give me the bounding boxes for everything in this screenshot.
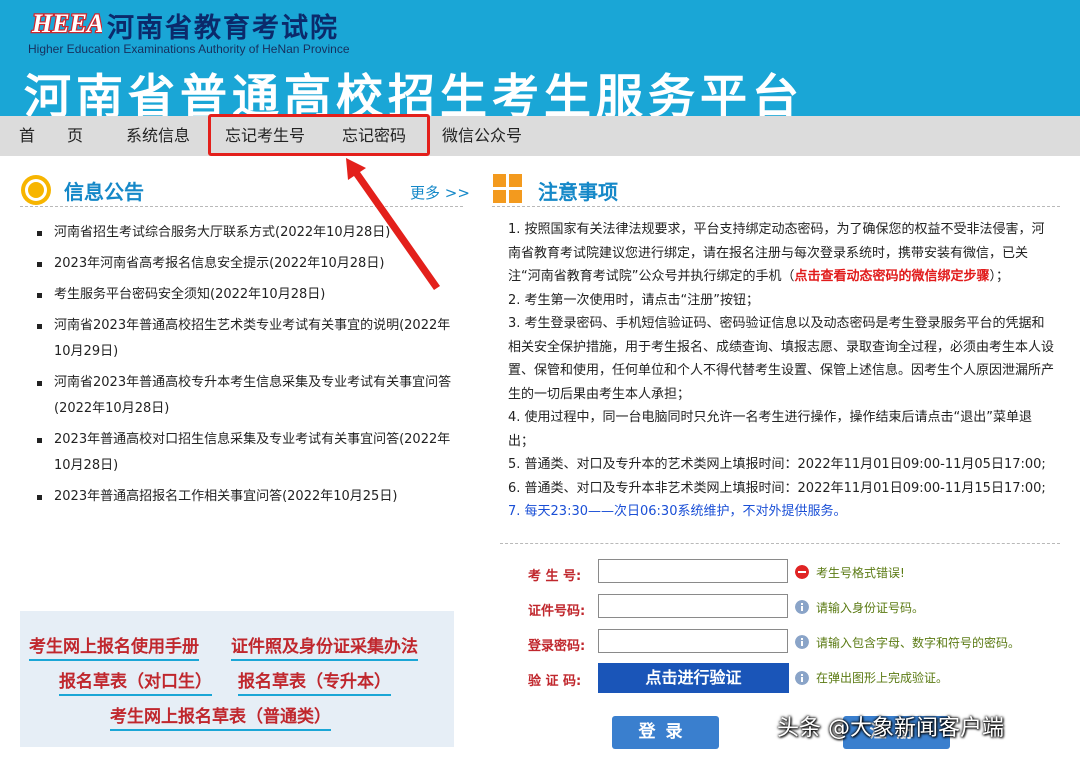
page-root: HEEA 河南省教育考试院 Higher Education Examinati… <box>0 0 1080 761</box>
logo-text: HEEA <box>31 9 102 38</box>
notice-grid-icon <box>493 174 522 203</box>
login-button[interactable]: 登录 <box>612 716 719 749</box>
notice-section-title: 注意事项 <box>538 180 618 204</box>
notice-item-1-tail: ）； <box>989 269 1010 284</box>
id-number-label: 证件号码: <box>528 604 586 619</box>
main-nav: 首 页 系统信息 忘记考生号 忘记密码 微信公众号 <box>0 116 1080 156</box>
nav-wechat-account[interactable]: 微信公众号 <box>442 116 522 156</box>
exam-number-error: 考生号格式错误! <box>816 566 905 580</box>
id-number-hint: 请输入身份证号码。 <box>816 601 925 615</box>
news-item[interactable]: 河南省招生考试综合服务大厅联系方式(2022年10月28日) <box>36 220 456 246</box>
exam-number-input[interactable] <box>598 559 788 583</box>
news-item[interactable]: 2023年普通高校对口招生信息采集及专业考试有关事宜问答(2022年10月28日… <box>36 427 456 479</box>
heea-logo: HEEA <box>30 8 102 38</box>
password-input[interactable] <box>598 629 788 653</box>
captcha-label: 验 证 码: <box>528 674 582 689</box>
annotation-highlight-box <box>208 114 430 156</box>
draft-form-general-link[interactable]: 考生网上报名草表（普通类） <box>110 702 331 731</box>
draft-form-vocational-link[interactable]: 报名草表（对口生） <box>59 667 212 696</box>
captcha-verify-button[interactable]: 点击进行验证 <box>598 663 789 693</box>
news-section-title: 信息公告 <box>64 180 144 204</box>
notice-divider <box>492 206 1060 207</box>
info-icon <box>795 600 809 614</box>
captcha-hint: 在弹出图形上完成验证。 <box>816 671 949 685</box>
registration-manual-link[interactable]: 考生网上报名使用手册 <box>29 632 199 661</box>
platform-title: 河南省普通高校招生考生服务平台 <box>24 70 804 116</box>
org-english-name: Higher Education Examinations Authority … <box>28 42 350 56</box>
id-number-input[interactable] <box>598 594 788 618</box>
form-divider <box>500 543 1060 544</box>
password-label: 登录密码: <box>528 639 586 654</box>
notice-item-6: 6. 普通类、对口及专升本非艺术类网上填报时间：2022年11月01日09:00… <box>508 480 1046 496</box>
nav-system-info[interactable]: 系统信息 <box>126 116 190 156</box>
notice-item-7: 7. 每天23:30——次日06:30系统维护，不对外提供服务。 <box>508 504 847 519</box>
notice-item-3: 3. 考生登录密码、手机短信验证码、密码验证信息以及动态密码是考生登录服务平台的… <box>508 316 1055 402</box>
news-list: 河南省招生考试综合服务大厅联系方式(2022年10月28日) 2023年河南省高… <box>36 220 456 515</box>
notice-item-4: 4. 使用过程中，同一台电脑同时只允许一名考生进行操作，操作结束后请点击“退出”… <box>508 410 1033 449</box>
exam-number-label: 考 生 号: <box>528 569 582 584</box>
notice-item-5: 5. 普通类、对口及专升本的艺术类网上填报时间：2022年11月01日09:00… <box>508 457 1046 472</box>
notice-list: 1. 按照国家有关法律法规要求，平台支持绑定动态密码，为了确保您的权益不受非法侵… <box>508 218 1056 524</box>
org-name: 河南省教育考试院 <box>107 13 339 44</box>
photo-id-collection-link[interactable]: 证件照及身份证采集办法 <box>231 632 418 661</box>
news-item[interactable]: 2023年河南省高考报名信息安全提示(2022年10月28日) <box>36 251 456 277</box>
notice-item-1: 1. 按照国家有关法律法规要求，平台支持绑定动态密码，为了确保您的权益不受非法侵… <box>508 218 1056 289</box>
nav-home[interactable]: 首 页 <box>19 116 83 156</box>
manuals-panel: 考生网上报名使用手册 证件照及身份证采集办法 报名草表（对口生） 报名草表（专升… <box>20 611 454 747</box>
wechat-binding-steps-link[interactable]: 点击查看动态密码的微信绑定步骤 <box>794 269 989 284</box>
news-more-link[interactable]: 更多 >> <box>410 182 470 203</box>
news-divider <box>20 206 463 207</box>
news-item[interactable]: 河南省2023年普通高校招生艺术类专业考试有关事宜的说明(2022年10月29日… <box>36 313 456 365</box>
password-hint: 请输入包含字母、数字和符号的密码。 <box>816 636 1021 650</box>
announcement-icon <box>21 175 51 205</box>
info-icon <box>795 635 809 649</box>
draft-form-upgrade-link[interactable]: 报名草表（专升本） <box>238 667 391 696</box>
error-icon <box>795 565 809 579</box>
source-watermark: 头条 @大象新闻客户端 <box>777 716 1004 741</box>
news-item[interactable]: 河南省2023年普通高校专升本考生信息采集及专业考试有关事宜问答(2022年10… <box>36 370 456 422</box>
news-item[interactable]: 考生服务平台密码安全须知(2022年10月28日) <box>36 282 456 308</box>
site-header: HEEA 河南省教育考试院 Higher Education Examinati… <box>0 0 1080 116</box>
info-icon <box>795 671 809 685</box>
news-item[interactable]: 2023年普通高招报名工作相关事宜问答(2022年10月25日) <box>36 484 456 510</box>
notice-item-2: 2. 考生第一次使用时，请点击“注册”按钮； <box>508 292 760 308</box>
